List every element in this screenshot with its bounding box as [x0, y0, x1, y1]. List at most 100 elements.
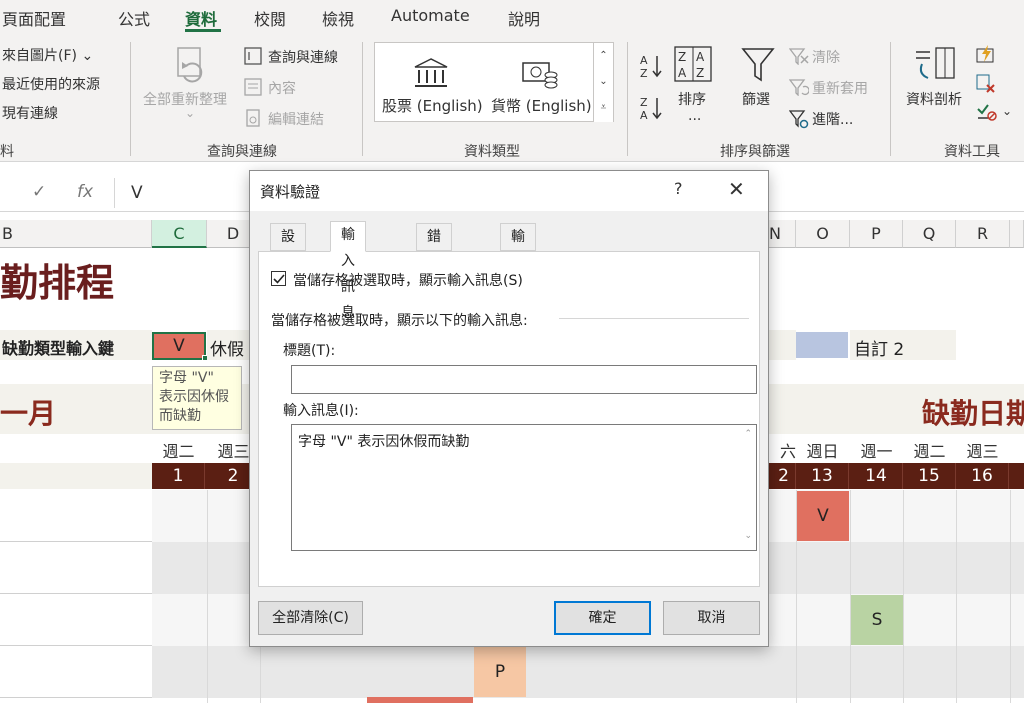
- advanced-filter-button[interactable]: 進階...: [812, 109, 853, 129]
- column-header-b[interactable]: B: [0, 220, 152, 248]
- dialog-titlebar[interactable]: 資料驗證 ? ✕: [250, 171, 768, 211]
- tab-data[interactable]: 資料: [185, 6, 217, 30]
- column-header-r[interactable]: R: [956, 220, 1010, 248]
- column-header-p[interactable]: P: [850, 220, 903, 248]
- tab-review[interactable]: 校閱: [254, 6, 286, 30]
- text-to-columns-button[interactable]: 資料剖析: [906, 89, 962, 109]
- column-header-s[interactable]: [1010, 220, 1024, 248]
- absence-mark-personal[interactable]: P: [474, 647, 526, 697]
- gallery-scroll-up-icon[interactable]: ⌃: [593, 43, 613, 69]
- tab-view[interactable]: 檢視: [322, 6, 354, 30]
- row-divider: [0, 541, 152, 542]
- bank-icon[interactable]: [413, 57, 449, 89]
- help-icon[interactable]: ?: [674, 179, 683, 198]
- sort-dialog-icon[interactable]: ZAAZ: [674, 46, 712, 82]
- active-tab-underline: [185, 29, 221, 32]
- cancel-button[interactable]: 取消: [663, 601, 760, 635]
- queries-connections-button[interactable]: 查詢與連線: [268, 47, 338, 67]
- flash-fill-icon[interactable]: [976, 44, 996, 64]
- day-number[interactable]: 1: [152, 463, 205, 489]
- svg-text:A: A: [640, 109, 648, 121]
- svg-text:Z: Z: [640, 96, 648, 109]
- tab-ime-mode[interactable]: 輸入法模式: [500, 223, 536, 349]
- ok-button[interactable]: 確定: [554, 601, 651, 635]
- input-message-tooltip: 字母 "V" 表示因休假 而缺勤: [152, 366, 242, 430]
- message-text: 字母 "V" 表示因休假而缺勤: [298, 434, 470, 450]
- queries-connections-icon: [244, 47, 262, 65]
- svg-text:A: A: [678, 66, 687, 80]
- clear-all-button[interactable]: 全部清除(C): [258, 601, 363, 635]
- reapply-filter-button[interactable]: 重新套用: [812, 78, 868, 98]
- existing-connections-button[interactable]: 現有連線: [2, 103, 58, 123]
- legend-custom2-key-cell[interactable]: [796, 332, 848, 358]
- tab-input-message[interactable]: 輸入訊息: [330, 221, 366, 321]
- properties-icon: [244, 78, 262, 96]
- absence-mark-sick[interactable]: S: [851, 595, 903, 645]
- column-header-c[interactable]: C: [152, 220, 207, 248]
- insert-function-icon[interactable]: fx: [77, 182, 93, 202]
- filter-icon[interactable]: [741, 46, 775, 84]
- show-input-label[interactable]: 當儲存格被選取時，顯示輸入訊息(S): [293, 270, 523, 290]
- absence-mark-vacation[interactable]: V: [797, 491, 849, 541]
- section-divider: [559, 318, 749, 319]
- refresh-all-icon[interactable]: [172, 46, 208, 86]
- clear-filter-button[interactable]: 清除: [812, 47, 840, 67]
- sort-descending-icon[interactable]: ZA: [640, 95, 664, 121]
- tab-page-layout[interactable]: 頁面配置: [2, 6, 66, 30]
- remove-duplicates-icon[interactable]: [976, 74, 996, 94]
- properties-button[interactable]: 內容: [268, 78, 296, 98]
- enter-icon[interactable]: ✓: [32, 182, 46, 202]
- message-scrollbar[interactable]: ⌃ ⌄: [738, 425, 756, 550]
- scroll-down-icon[interactable]: ⌄: [744, 531, 752, 541]
- sort-ascending-icon[interactable]: AZ: [640, 53, 664, 79]
- from-picture-button[interactable]: 來自圖片(F) ⌄: [2, 45, 93, 65]
- weekday-label: 週二: [913, 442, 946, 461]
- gallery-more-icon[interactable]: ⩡: [593, 95, 613, 122]
- sort-button[interactable]: 排序: [678, 89, 706, 109]
- message-textarea[interactable]: 字母 "V" 表示因休假而缺勤 ⌃ ⌄: [291, 424, 757, 551]
- chevron-down-icon[interactable]: ⌄: [1002, 104, 1012, 118]
- show-input-checkbox[interactable]: [271, 271, 286, 286]
- legend-label: 缺勤類型輸入鍵: [2, 339, 115, 358]
- edit-links-button[interactable]: 編輯連結: [268, 109, 324, 129]
- text-to-columns-icon[interactable]: [914, 46, 958, 86]
- tooltip-line: 表示因休假: [159, 389, 229, 405]
- title-input[interactable]: [291, 365, 757, 394]
- tab-help[interactable]: 說明: [508, 6, 540, 30]
- gridline: [903, 490, 904, 703]
- stocks-button[interactable]: 股票 (English): [382, 95, 483, 116]
- tab-automate[interactable]: Automate: [391, 6, 470, 25]
- column-header-q[interactable]: Q: [903, 220, 956, 248]
- chevron-down-icon: ⌄: [185, 106, 196, 120]
- day-number[interactable]: 15: [903, 463, 956, 489]
- group-separator: [362, 42, 363, 156]
- filter-button[interactable]: 篩選: [742, 89, 770, 109]
- legend-vacation-label: 休假: [210, 340, 244, 360]
- data-validation-icon[interactable]: [976, 102, 998, 122]
- dialog-title: 資料驗證: [260, 183, 321, 201]
- employee-row[interactable]: [152, 646, 1024, 698]
- tab-formulas[interactable]: 公式: [118, 6, 150, 30]
- absence-mark-vacation[interactable]: [367, 697, 473, 703]
- absence-dates-title: 缺勤日期: [922, 397, 1024, 430]
- gridline: [207, 490, 208, 703]
- tooltip-line: 而缺勤: [159, 408, 201, 424]
- gallery-scroll-down-icon[interactable]: ⌄: [593, 69, 613, 95]
- tab-error-alert[interactable]: 錯誤提醒: [416, 223, 452, 323]
- currencies-button[interactable]: 貨幣 (English): [491, 95, 592, 116]
- title-label: 標題(T):: [283, 343, 336, 359]
- data-types-gallery: 股票 (English) 貨幣 (English) ⌃ ⌄ ⩡: [374, 42, 614, 122]
- tab-settings[interactable]: 設定: [270, 223, 306, 271]
- advanced-filter-icon: [789, 109, 809, 129]
- day-number[interactable]: 13: [796, 463, 849, 489]
- group-separator: [890, 42, 891, 156]
- group-label-get-data: 料: [0, 144, 14, 160]
- day-number[interactable]: 16: [956, 463, 1009, 489]
- recent-sources-button[interactable]: 最近使用的來源: [2, 74, 100, 94]
- legend-vacation-key-cell[interactable]: V: [152, 332, 206, 360]
- currency-icon[interactable]: [521, 57, 559, 89]
- day-number[interactable]: 14: [850, 463, 903, 489]
- scroll-up-icon[interactable]: ⌃: [744, 429, 752, 439]
- close-icon[interactable]: ✕: [728, 177, 745, 201]
- column-header-o[interactable]: O: [796, 220, 850, 248]
